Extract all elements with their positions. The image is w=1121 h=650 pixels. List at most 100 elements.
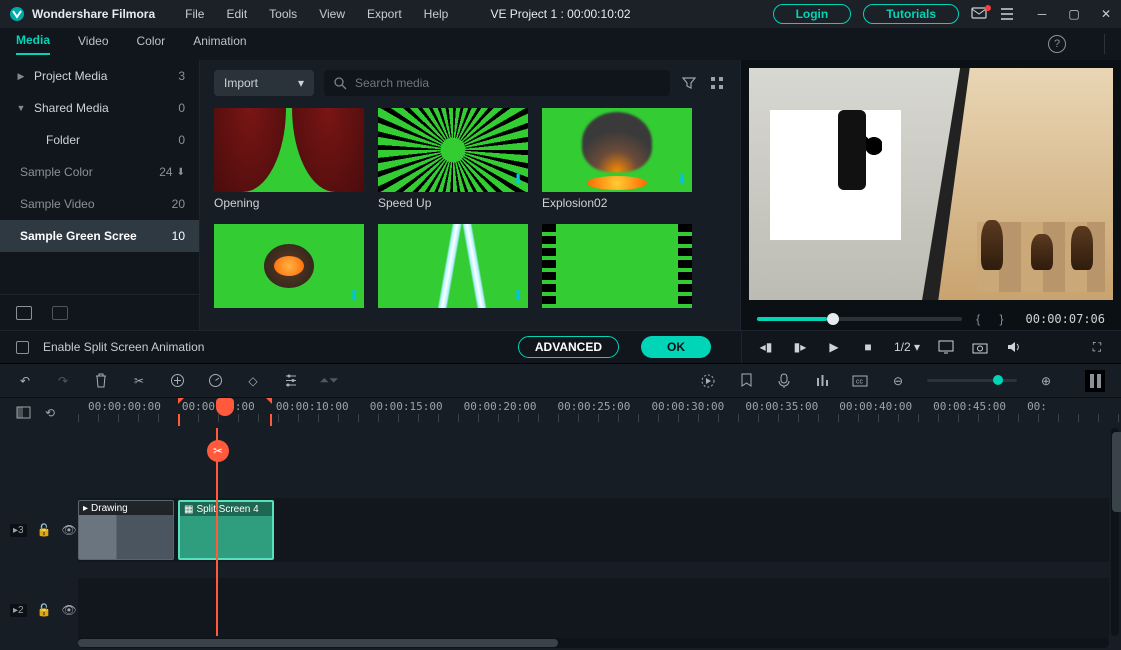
download-icon[interactable]: ⬇: [676, 171, 688, 188]
media-thumb-explosion[interactable]: ⬇ Explosion02: [542, 108, 692, 210]
download-icon[interactable]: ⬇: [676, 287, 688, 304]
advanced-button[interactable]: ADVANCED: [518, 336, 619, 358]
zoom-in-icon[interactable]: ⊕: [1037, 372, 1055, 390]
playhead-handle[interactable]: [216, 398, 234, 416]
track-toggle-icon[interactable]: [16, 406, 31, 420]
tab-media[interactable]: Media: [16, 33, 50, 55]
grid-view-icon[interactable]: [708, 74, 726, 92]
zoom-out-icon[interactable]: ⊖: [889, 372, 907, 390]
window-maximize-icon[interactable]: ▢: [1067, 7, 1081, 21]
menu-export[interactable]: Export: [367, 7, 402, 21]
zoom-ratio[interactable]: 1/2 ▾: [894, 340, 920, 354]
preview-viewport[interactable]: [749, 68, 1113, 300]
search-media-input[interactable]: [324, 70, 670, 96]
media-sidebar: ▶ Project Media 3 ▼ Shared Media 0 Folde…: [0, 60, 200, 330]
render-icon[interactable]: [699, 372, 717, 390]
chevron-down-icon: ▾: [298, 76, 304, 90]
help-icon[interactable]: ?: [1048, 35, 1066, 53]
list-icon[interactable]: [999, 7, 1015, 21]
login-button[interactable]: Login: [773, 4, 852, 24]
sidebar-item-sample-color[interactable]: Sample Color 24 ⬇: [0, 156, 199, 188]
tab-video[interactable]: Video: [78, 34, 108, 54]
download-icon: ⬇: [177, 167, 185, 178]
expand-icon[interactable]: ▶: [14, 71, 28, 82]
split-icon[interactable]: ✂: [130, 372, 148, 390]
tab-animation[interactable]: Animation: [193, 34, 246, 54]
menu-bar: File Edit Tools View Export Help: [185, 7, 448, 21]
sidebar-item-sample-green-screen[interactable]: Sample Green Scree 10: [0, 220, 199, 252]
media-thumb-opening[interactable]: ⬇ Opening: [214, 108, 364, 210]
voiceover-icon[interactable]: [775, 372, 793, 390]
menu-help[interactable]: Help: [424, 7, 449, 21]
download-icon[interactable]: ⬇: [348, 287, 360, 304]
display-icon[interactable]: [938, 339, 954, 355]
stop-icon[interactable]: ■: [860, 339, 876, 355]
menu-edit[interactable]: Edit: [226, 7, 247, 21]
keyframe-icon[interactable]: ◇: [244, 372, 262, 390]
zoom-slider[interactable]: [927, 379, 1017, 382]
filter-icon[interactable]: [680, 74, 698, 92]
tab-color[interactable]: Color: [137, 34, 166, 54]
marker-icon[interactable]: [737, 372, 755, 390]
clip-split-screen[interactable]: ▦ Split Screen 4: [178, 500, 274, 560]
ok-button[interactable]: OK: [641, 336, 711, 358]
new-folder-icon[interactable]: [16, 306, 32, 320]
media-thumb-6[interactable]: ⬇: [542, 224, 692, 308]
timeline-v-scrollbar[interactable]: [1111, 428, 1119, 636]
fullscreen-icon[interactable]: ⛶: [1089, 339, 1105, 355]
crop-icon[interactable]: [168, 372, 186, 390]
play-pause-icon[interactable]: ▮▸: [792, 339, 808, 355]
lock-icon[interactable]: 🔓: [37, 523, 52, 537]
visibility-icon[interactable]: 👁: [62, 603, 77, 617]
menu-tools[interactable]: Tools: [269, 7, 297, 21]
menu-view[interactable]: View: [319, 7, 345, 21]
split-screen-animation-checkbox[interactable]: [16, 341, 29, 354]
playback-controls: ◂▮ ▮▸ ▶ ■ 1/2 ▾ ⛶: [741, 331, 1121, 363]
tutorials-button[interactable]: Tutorials: [863, 4, 959, 24]
search-field[interactable]: [355, 76, 660, 90]
window-minimize-icon[interactable]: ─: [1035, 7, 1049, 21]
timeline-pause-icon[interactable]: [1085, 370, 1105, 392]
media-thumb-4[interactable]: ⬇: [214, 224, 364, 308]
media-thumb-speedup[interactable]: ⬇ Speed Up: [378, 108, 528, 210]
messages-icon[interactable]: [971, 7, 987, 21]
sidebar-item-sample-video[interactable]: Sample Video 20: [0, 188, 199, 220]
adjust-icon[interactable]: [282, 372, 300, 390]
timeline-h-scrollbar[interactable]: [78, 638, 1109, 648]
import-dropdown[interactable]: Import ▾: [214, 70, 314, 96]
audio-wave-icon[interactable]: ⏶⏷: [320, 372, 338, 390]
visibility-icon[interactable]: 👁: [62, 523, 77, 537]
media-thumb-5[interactable]: ⬇: [378, 224, 528, 308]
folder-icon[interactable]: [52, 306, 68, 320]
preview-seek-slider[interactable]: [757, 317, 962, 321]
audio-mixer-icon[interactable]: [813, 372, 831, 390]
marker-braces[interactable]: { }: [976, 312, 1011, 326]
delete-icon[interactable]: [92, 372, 110, 390]
collapse-icon[interactable]: ▼: [14, 103, 28, 113]
speed-icon[interactable]: [206, 372, 224, 390]
titlebar: Wondershare Filmora File Edit Tools View…: [0, 0, 1121, 28]
sidebar-item-project-media[interactable]: ▶ Project Media 3: [0, 60, 199, 92]
download-icon[interactable]: ⬇: [512, 287, 524, 304]
sidebar-item-folder[interactable]: Folder 0: [0, 124, 199, 156]
app-name: Wondershare Filmora: [32, 7, 155, 21]
timeline-ruler[interactable]: ⟲ 00:00:00:00 00:00:05:00 00:00:10:00 00…: [0, 398, 1121, 428]
snapshot-icon[interactable]: [972, 339, 988, 355]
track-video-2: ▸2 🔓 👁: [0, 578, 1109, 642]
timeline[interactable]: ✂ ▸3 🔓 👁 ▸ Drawing ▦ Split Screen 4 ▸2 🔓…: [0, 428, 1121, 650]
caption-icon[interactable]: cc: [851, 372, 869, 390]
lock-icon[interactable]: 🔓: [37, 603, 52, 617]
redo-icon[interactable]: ↷: [54, 372, 72, 390]
download-icon[interactable]: ⬇: [512, 171, 524, 188]
download-icon[interactable]: ⬇: [348, 171, 360, 188]
volume-icon[interactable]: [1006, 339, 1022, 355]
playhead-scissors-icon[interactable]: ✂: [207, 440, 229, 462]
clip-drawing[interactable]: ▸ Drawing: [78, 500, 174, 560]
play-icon[interactable]: ▶: [826, 339, 842, 355]
undo-icon[interactable]: ↶: [16, 372, 34, 390]
sidebar-item-shared-media[interactable]: ▼ Shared Media 0: [0, 92, 199, 124]
window-close-icon[interactable]: ✕: [1099, 7, 1113, 21]
step-back-icon[interactable]: ◂▮: [758, 339, 774, 355]
link-icon[interactable]: ⟲: [45, 406, 55, 420]
menu-file[interactable]: File: [185, 7, 204, 21]
